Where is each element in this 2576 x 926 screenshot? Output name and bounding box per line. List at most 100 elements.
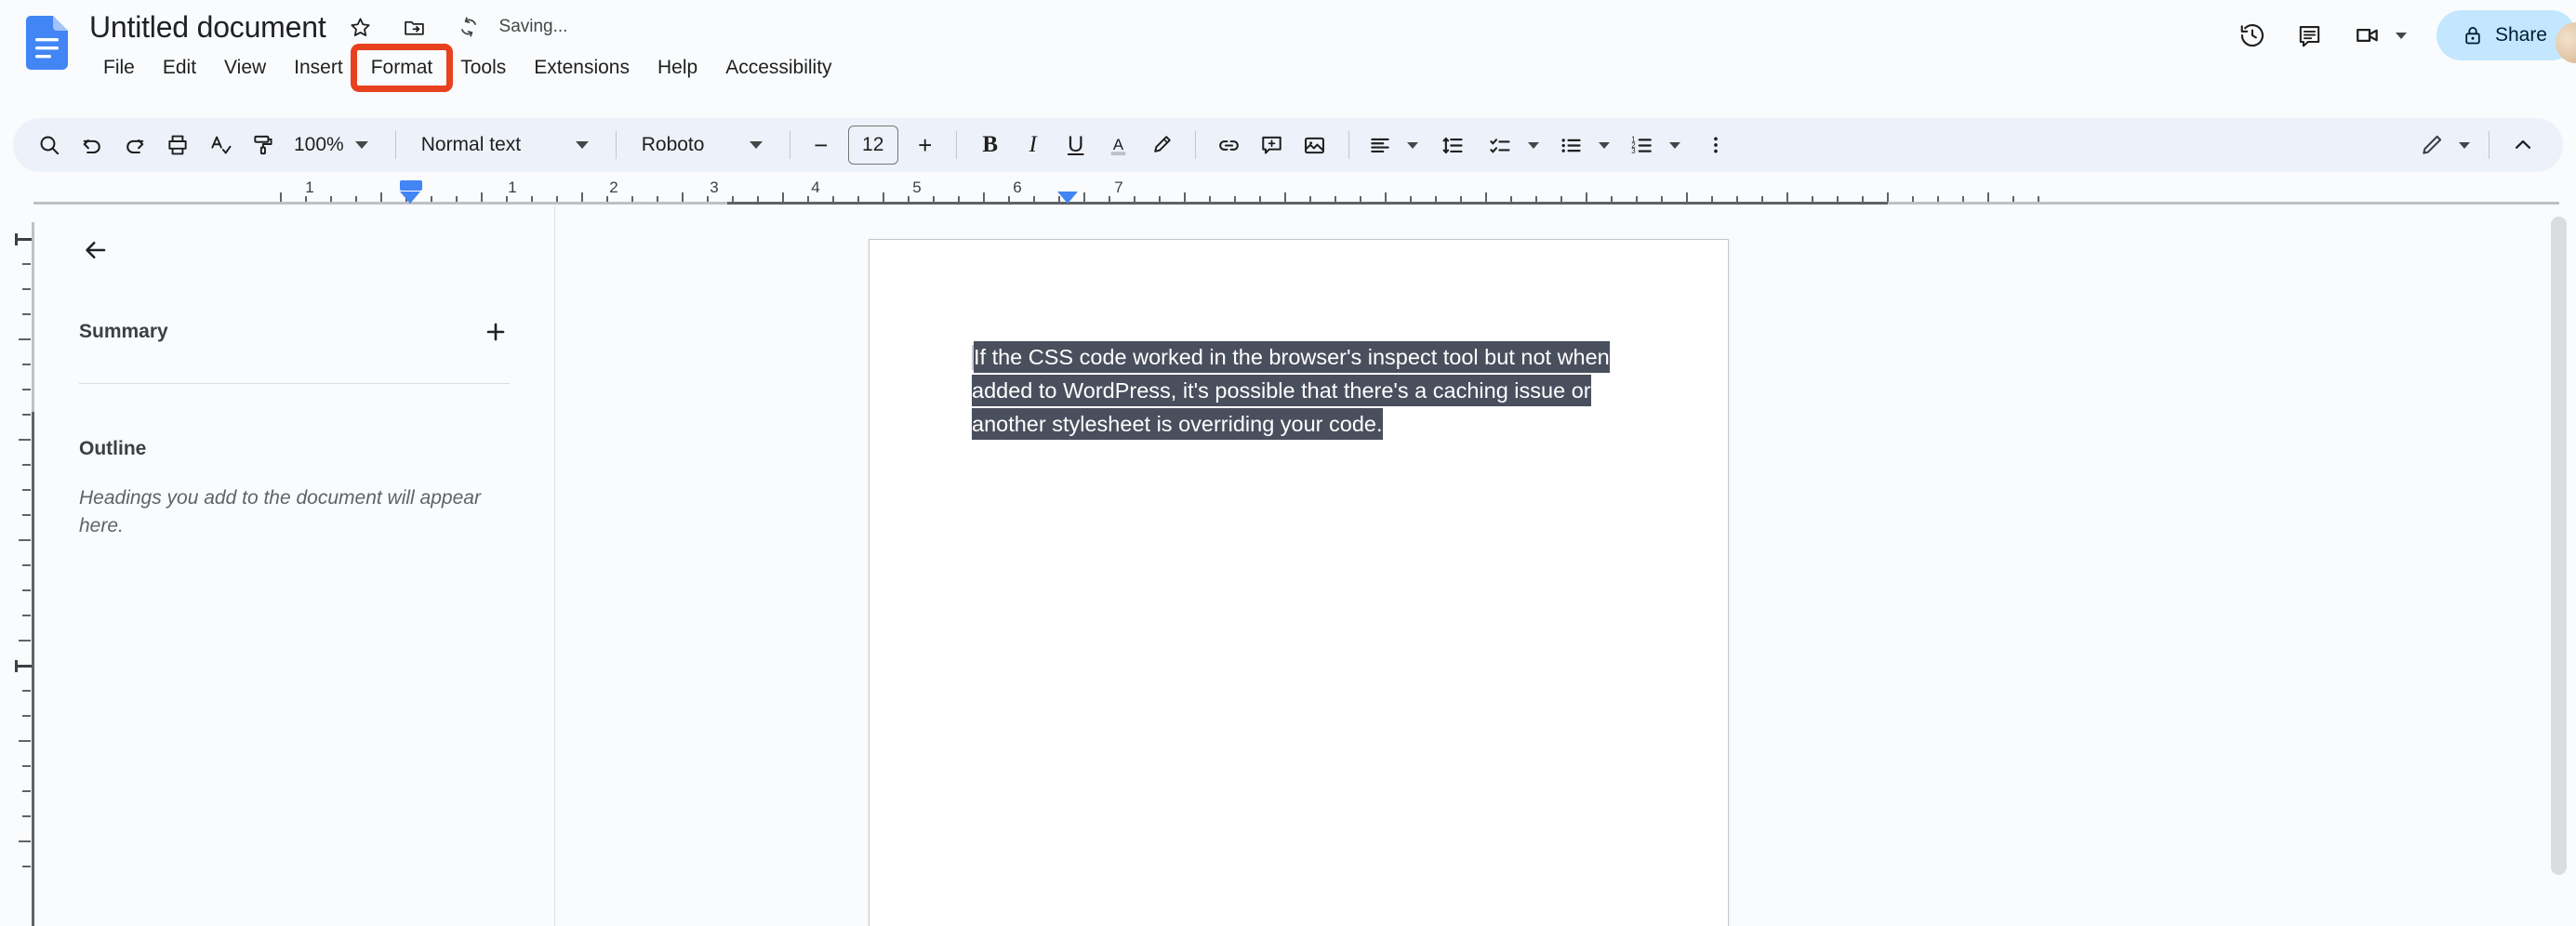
outline-sidebar: Summary Outline Headings you add to the …: [34, 205, 555, 926]
insert-image-icon[interactable]: [1294, 124, 1336, 166]
chevron-down-icon[interactable]: [2395, 32, 2407, 39]
zoom-level-value: 100%: [294, 134, 344, 155]
toolbar-divider: [2489, 131, 2490, 159]
more-options-icon[interactable]: [1694, 124, 1737, 166]
bold-button[interactable]: B: [969, 124, 1012, 166]
menu-extensions[interactable]: Extensions: [520, 50, 644, 86]
ruler-number: 6: [1013, 179, 1022, 196]
document-paragraph[interactable]: If the CSS code worked in the browser's …: [972, 340, 1634, 441]
ruler-number: 2: [609, 179, 618, 196]
bottom-margin-marker[interactable]: [15, 660, 32, 672]
left-indent-marker[interactable]: [400, 192, 420, 204]
zoom-level-dropdown[interactable]: 100%: [285, 124, 383, 166]
outline-label: Outline: [79, 438, 147, 459]
menu-tools[interactable]: Tools: [446, 50, 520, 86]
insert-link-icon[interactable]: [1208, 124, 1251, 166]
document-status-icon[interactable]: [449, 7, 488, 46]
ruler-number: 4: [811, 179, 820, 196]
toolbar-divider: [955, 131, 957, 159]
underline-button[interactable]: U: [1055, 124, 1097, 166]
edit-mode-pencil-icon[interactable]: [2413, 124, 2450, 166]
ruler-active-range: [727, 202, 1888, 205]
ruler-number: 3: [710, 179, 719, 196]
docs-logo-icon[interactable]: [26, 16, 68, 70]
add-comment-icon[interactable]: [1251, 124, 1294, 166]
share-label: Share: [2494, 24, 2547, 46]
menu-accessibility[interactable]: Accessibility: [711, 50, 845, 86]
menu-file[interactable]: File: [89, 50, 149, 86]
decrease-font-size-button[interactable]: −: [803, 126, 840, 164]
vertical-ruler[interactable]: [0, 205, 34, 926]
italic-button[interactable]: I: [1012, 124, 1055, 166]
top-margin-marker[interactable]: [15, 233, 32, 245]
bulleted-list-icon[interactable]: [1553, 124, 1590, 166]
outline-empty-message: Headings you add to the document will ap…: [79, 487, 481, 537]
chevron-down-icon: [749, 141, 763, 149]
app-header: Untitled document Saving... File Edit Vi…: [0, 0, 2576, 114]
numbered-list-dropdown[interactable]: 1 2 3: [1624, 124, 1687, 166]
print-icon[interactable]: [156, 124, 199, 166]
ruler-number: 5: [912, 179, 922, 196]
document-page[interactable]: If the CSS code worked in the browser's …: [869, 239, 1729, 926]
svg-text:3: 3: [1631, 146, 1636, 154]
page-title[interactable]: Untitled document: [89, 7, 326, 46]
document-body: Summary Outline Headings you add to the …: [0, 205, 2576, 926]
horizontal-ruler[interactable]: 1 1 2 3 4 5 6 7: [0, 176, 2576, 205]
add-summary-icon[interactable]: [474, 311, 517, 353]
star-icon[interactable]: [341, 7, 380, 46]
font-size-input[interactable]: 12: [847, 126, 898, 165]
bulleted-list-dropdown[interactable]: [1553, 124, 1616, 166]
text-color-icon[interactable]: A: [1097, 124, 1140, 166]
numbered-list-icon[interactable]: 1 2 3: [1624, 124, 1661, 166]
menu-edit[interactable]: Edit: [149, 50, 210, 86]
video-call-icon[interactable]: [2342, 9, 2394, 61]
vertical-scrollbar[interactable]: [2551, 217, 2567, 913]
underline-label: U: [1068, 132, 1084, 157]
version-history-icon[interactable]: [2226, 9, 2278, 61]
line-spacing-icon[interactable]: [1432, 124, 1475, 166]
italic-label: I: [1029, 132, 1037, 157]
font-family-dropdown[interactable]: Roboto: [629, 124, 777, 166]
share-button[interactable]: Share: [2436, 10, 2576, 60]
menu-insert[interactable]: Insert: [280, 50, 357, 86]
chevron-down-icon: [1598, 141, 1610, 149]
chevron-up-icon[interactable]: [2502, 124, 2544, 166]
move-to-folder-icon[interactable]: [395, 7, 434, 46]
align-left-icon[interactable]: [1361, 124, 1399, 166]
paint-format-icon[interactable]: [242, 124, 285, 166]
video-call-button[interactable]: [2342, 9, 2420, 61]
chevron-down-icon: [1406, 141, 1418, 149]
spellcheck-icon[interactable]: [199, 124, 242, 166]
menu-format[interactable]: Format: [350, 44, 454, 92]
highlight-color-icon[interactable]: [1140, 124, 1183, 166]
right-indent-marker[interactable]: [1057, 192, 1078, 204]
toolbar-divider: [394, 131, 396, 159]
toolbar-divider: [1348, 131, 1349, 159]
header-actions: Share: [2226, 7, 2576, 63]
left-indent-marker[interactable]: [400, 180, 422, 191]
comment-history-icon[interactable]: [2284, 9, 2336, 61]
google-docs-window: Untitled document Saving... File Edit Vi…: [0, 0, 2576, 926]
toolbar-container: 100% Normal text Roboto − 12 + B I U A 1…: [0, 114, 2576, 176]
font-family-value: Roboto: [641, 134, 705, 155]
menu-help[interactable]: Help: [644, 50, 711, 86]
toolbar-divider: [1194, 131, 1196, 159]
checklist-dropdown[interactable]: [1482, 124, 1546, 166]
chevron-down-icon: [1527, 141, 1539, 149]
back-arrow-icon[interactable]: [70, 224, 122, 276]
edit-mode-dropdown[interactable]: [2413, 124, 2476, 166]
menu-view[interactable]: View: [210, 50, 280, 86]
svg-text:A: A: [1113, 136, 1124, 153]
search-icon[interactable]: [28, 124, 71, 166]
undo-icon[interactable]: [71, 124, 113, 166]
summary-section-header: Summary: [79, 311, 510, 353]
save-status: Saving...: [498, 17, 568, 36]
paragraph-style-dropdown[interactable]: Normal text: [408, 124, 604, 166]
redo-icon[interactable]: [113, 124, 156, 166]
increase-font-size-button[interactable]: +: [907, 126, 944, 164]
scrollbar-thumb[interactable]: [2551, 217, 2567, 875]
align-dropdown[interactable]: [1361, 124, 1425, 166]
checklist-icon[interactable]: [1482, 124, 1520, 166]
document-canvas[interactable]: If the CSS code worked in the browser's …: [556, 205, 2576, 926]
selected-text[interactable]: If the CSS code worked in the browser's …: [972, 341, 1610, 440]
